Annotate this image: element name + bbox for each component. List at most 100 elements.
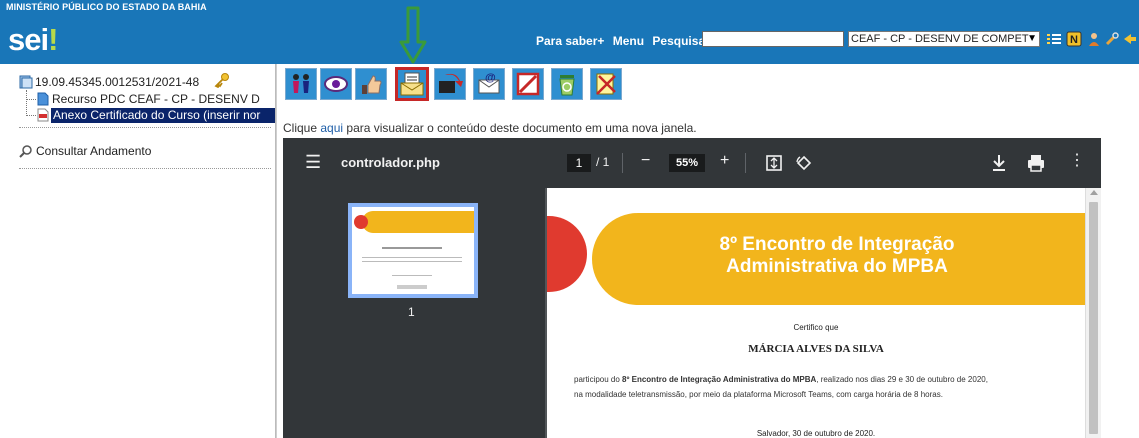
email-button[interactable]: @ [473,68,505,100]
chevron-down-icon: ▼ [1027,33,1037,44]
send-icon [439,73,463,93]
pdf-scrollbar[interactable] [1085,188,1101,438]
exit-icon[interactable] [1122,31,1138,47]
sei-window: MINISTÉRIO PÚBLICO DO ESTADO DA BAHIA se… [0,0,1139,438]
exclude-icon [596,73,616,95]
tree-doc-anexo-selected[interactable]: Anexo Certificado do Curso (inserir nor [51,108,275,123]
divider [19,168,271,169]
page-thumbnail[interactable] [348,203,478,298]
svg-text:@: @ [485,72,496,84]
zoom-input[interactable]: 55% [669,154,705,172]
pdf-filename: controlador.php [341,155,440,170]
para-suffix: , realizado nos dias 29 e 30 de outubro … [816,375,988,384]
thumb-line [362,261,462,262]
pdf-viewer: ☰ controlador.php 1 / 1 − 55% + ⋮ 1 8º E… [283,138,1101,438]
email-document-button[interactable] [395,67,429,101]
tree-connector [26,99,36,100]
scroll-up-icon[interactable] [1090,190,1098,195]
thumb-line [362,257,462,258]
separator [745,153,746,173]
search-input[interactable] [702,31,844,47]
document-icon [37,92,49,106]
arrow-down-icon [399,6,427,64]
download-icon[interactable] [990,153,1008,173]
thumb-signature [397,285,427,289]
approve-icon [362,75,382,94]
exclude-button[interactable] [590,68,622,100]
user-icon[interactable] [1086,31,1102,47]
magnifier-icon [19,145,32,158]
sei-logo[interactable]: sei! [8,22,58,58]
unit-select-value: CEAF - CP - DESENV DE COMPET [851,33,1029,45]
rotate-icon[interactable] [795,154,813,172]
info-prefix: Clique [283,121,318,135]
logo-text: sei [8,22,49,57]
zoom-in-icon[interactable]: + [720,151,729,171]
certificate-city-date: Salvador, 30 de outubro de 2020. [756,429,876,438]
open-in-new-window-text: Clique aqui para visualizar o conteúdo d… [283,121,697,135]
process-number[interactable]: 19.09.45345.0012531/2021-48 [35,75,199,89]
menu-icon[interactable]: ☰ [305,152,321,172]
tree-connector [26,115,36,116]
certificate-subtitle: Certifico que [793,323,839,332]
view-button[interactable] [320,68,352,100]
separator [622,153,623,173]
more-options-icon[interactable]: ⋮ [1069,151,1085,171]
assign-button[interactable] [285,68,317,100]
link-menu[interactable]: Menu [613,34,644,48]
thumb-line [392,275,432,276]
list-icon[interactable] [1046,31,1062,47]
page-total: / 1 [596,155,610,169]
agency-name: MINISTÉRIO PÚBLICO DO ESTADO DA BAHIA [6,2,207,12]
page-number-input[interactable]: 1 [567,154,591,172]
fit-page-icon[interactable] [765,154,783,172]
tree-connector [26,90,27,116]
certificate-recipient-name: MÁRCIA ALVES DA SILVA [748,343,884,355]
divider [19,127,271,128]
pdf-page: 8º Encontro de Integração Administrativa… [547,188,1085,438]
link-para-saber[interactable]: Para saber+ [536,34,604,48]
pdf-icon [37,108,49,122]
svg-text:N: N [1070,34,1078,46]
tools-icon[interactable] [1104,31,1120,47]
print-icon[interactable] [1026,153,1046,173]
info-suffix: para visualizar o conteúdo deste documen… [346,121,697,135]
para-prefix: participou do [574,375,623,384]
assign-icon [293,74,309,93]
approve-button[interactable] [355,68,387,100]
view-icon [324,76,348,92]
certificate-paragraph-line1: participou do 8º Encontro de Integração … [574,375,1074,384]
certificate-title-line1: 8º Encontro de Integração [719,234,955,255]
link-pesquisa[interactable]: Pesquisa [652,34,705,48]
thumb-banner [362,211,474,233]
recycle-button[interactable] [551,68,583,100]
scrollbar-thumb[interactable] [1089,202,1098,434]
thumb-line [382,247,442,249]
certificate-red-circle [547,216,587,292]
process-tree: 19.09.45345.0012531/2021-48 Recurso PDC … [0,64,276,438]
top-bar: MINISTÉRIO PÚBLICO DO ESTADO DA BAHIA se… [0,0,1139,64]
email-document-icon [400,72,424,96]
certificate-paragraph-line2: na modalidade teletransmissão, por meio … [574,390,943,399]
certificate-title-line2: Administrativa do MPBA [726,256,948,277]
cancel-icon [516,72,540,96]
thumbnail-page-number: 1 [408,305,415,319]
cancel-button[interactable] [512,68,544,100]
key-icon[interactable] [214,72,230,88]
logo-mark: ! [48,22,58,57]
tree-doc-recurso[interactable]: Recurso PDC CEAF - CP - DESENV D [52,92,260,106]
send-button[interactable] [434,68,466,100]
para-event: 8º Encontro de Integração Administrativa… [622,375,817,384]
recycle-icon [559,75,575,96]
thumbnail-pane: 1 [283,188,545,438]
panel-splitter[interactable] [275,64,277,438]
open-new-window-link[interactable]: aqui [320,121,343,135]
certificate-title: 8º Encontro de Integração Administrativa… [687,234,987,278]
thumb-circle [354,215,368,229]
notes-icon[interactable]: N [1066,31,1082,47]
top-links: Para saber+ Menu Pesquisa [536,34,710,48]
unit-select[interactable]: CEAF - CP - DESENV DE COMPET ▼ [848,31,1040,47]
process-folder-icon [19,75,33,89]
consultar-andamento-link[interactable]: Consultar Andamento [36,144,151,158]
zoom-out-icon[interactable]: − [641,151,650,171]
